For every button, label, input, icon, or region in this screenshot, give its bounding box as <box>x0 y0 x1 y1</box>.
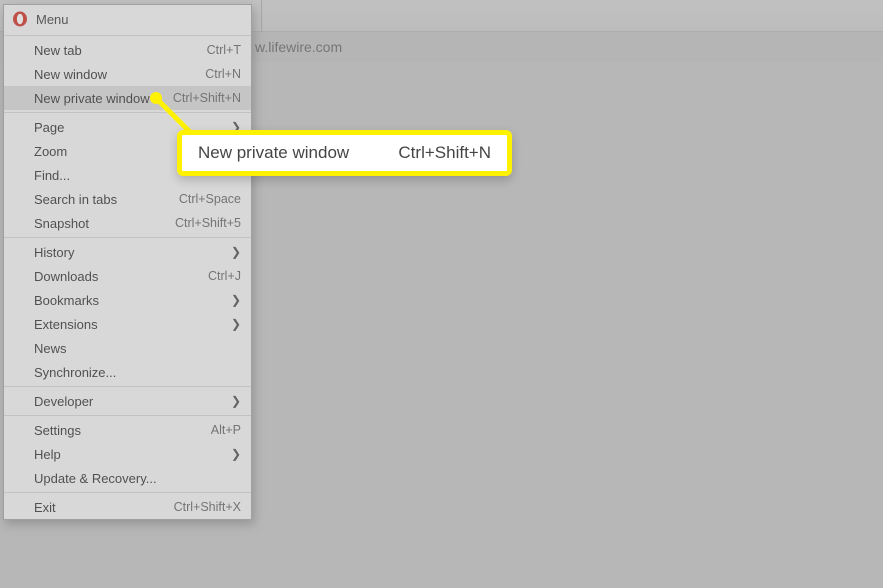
menu-item-label: Downloads <box>34 269 208 284</box>
menu-item-label: News <box>34 341 241 356</box>
menu-item-label: Developer <box>34 394 241 409</box>
menu-item-label: Snapshot <box>34 216 175 231</box>
callout-accel: Ctrl+Shift+N <box>398 143 491 163</box>
menu-item-new-tab[interactable]: New tab Ctrl+T <box>4 38 251 62</box>
menu-item-downloads[interactable]: Downloads Ctrl+J <box>4 264 251 288</box>
menu-separator <box>4 492 251 493</box>
menu-item-accel: Ctrl+Shift+5 <box>175 216 241 230</box>
menu-item-synchronize[interactable]: Synchronize... <box>4 360 251 384</box>
opera-logo-icon <box>12 11 28 27</box>
chevron-right-icon: ❯ <box>231 245 241 259</box>
menu-item-label: Update & Recovery... <box>34 471 241 486</box>
menu-header[interactable]: Menu <box>4 5 251 33</box>
chevron-right-icon: ❯ <box>231 394 241 408</box>
menu-separator <box>4 386 251 387</box>
callout-label: New private window <box>198 143 398 163</box>
menu-item-label: Search in tabs <box>34 192 179 207</box>
menu-separator <box>4 237 251 238</box>
menu-item-label: Settings <box>34 423 211 438</box>
annotation-callout: New private window Ctrl+Shift+N <box>177 130 512 176</box>
menu-item-accel: Ctrl+Shift+N <box>173 91 241 105</box>
menu-item-label: Bookmarks <box>34 293 241 308</box>
menu-item-accel: Ctrl+T <box>207 43 241 57</box>
chevron-right-icon: ❯ <box>231 447 241 461</box>
menu-item-label: History <box>34 245 241 260</box>
menu-item-snapshot[interactable]: Snapshot Ctrl+Shift+5 <box>4 211 251 235</box>
menu-item-history[interactable]: History ❯ <box>4 240 251 264</box>
menu-separator <box>4 112 251 113</box>
menu-item-label: Extensions <box>34 317 241 332</box>
menu-item-exit[interactable]: Exit Ctrl+Shift+X <box>4 495 251 519</box>
menu-item-accel: Ctrl+J <box>208 269 241 283</box>
menu-item-label: New tab <box>34 43 207 58</box>
menu-item-label: New window <box>34 67 205 82</box>
menu-item-news[interactable]: News <box>4 336 251 360</box>
menu-item-help[interactable]: Help ❯ <box>4 442 251 466</box>
menu-separator <box>4 35 251 36</box>
menu-item-bookmarks[interactable]: Bookmarks ❯ <box>4 288 251 312</box>
chevron-right-icon: ❯ <box>231 317 241 331</box>
menu-item-new-window[interactable]: New window Ctrl+N <box>4 62 251 86</box>
tab-divider <box>261 0 262 32</box>
menu-item-search-in-tabs[interactable]: Search in tabs Ctrl+Space <box>4 187 251 211</box>
menu-item-accel: Alt+P <box>211 423 241 437</box>
menu-item-developer[interactable]: Developer ❯ <box>4 389 251 413</box>
menu-item-accel: Ctrl+N <box>205 67 241 81</box>
menu-item-new-private-window[interactable]: New private window Ctrl+Shift+N <box>4 86 251 110</box>
url-fragment: w.lifewire.com <box>255 39 342 55</box>
menu-item-accel: Ctrl+Shift+X <box>174 500 241 514</box>
menu-item-update-recovery[interactable]: Update & Recovery... <box>4 466 251 490</box>
opera-main-menu: Menu New tab Ctrl+T New window Ctrl+N Ne… <box>3 4 252 520</box>
menu-item-label: Synchronize... <box>34 365 241 380</box>
chevron-right-icon: ❯ <box>231 293 241 307</box>
menu-item-settings[interactable]: Settings Alt+P <box>4 418 251 442</box>
menu-item-label: Exit <box>34 500 174 515</box>
menu-item-label: New private window <box>34 91 173 106</box>
menu-title: Menu <box>36 12 69 27</box>
menu-separator <box>4 415 251 416</box>
menu-item-accel: Ctrl+Space <box>179 192 241 206</box>
menu-item-extensions[interactable]: Extensions ❯ <box>4 312 251 336</box>
menu-item-label: Help <box>34 447 241 462</box>
